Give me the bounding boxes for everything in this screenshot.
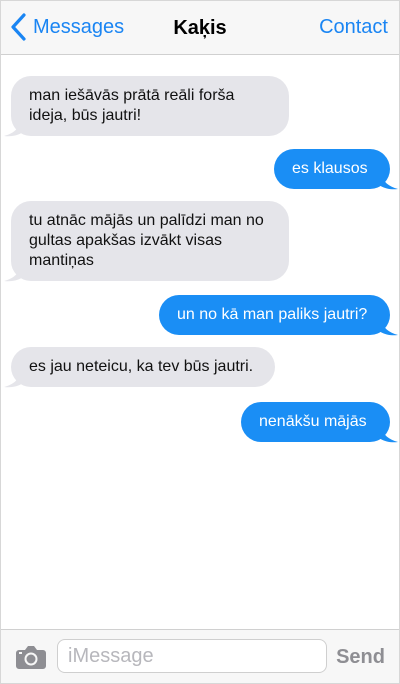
chevron-left-icon: [11, 13, 26, 41]
send-button[interactable]: Send: [336, 641, 385, 673]
camera-icon[interactable]: [15, 644, 47, 670]
outgoing-message: un no kā man paliks jautri?: [159, 295, 390, 335]
back-label: Messages: [33, 16, 125, 38]
contact-button[interactable]: Contact: [319, 12, 388, 42]
incoming-message: tu atnāc mājās un palīdzi man no gultas …: [11, 201, 289, 281]
input-bar: iMessage Send: [1, 629, 399, 683]
incoming-message: man iešāvās prātā reāli forša ideja, būs…: [11, 76, 289, 136]
navigation-bar: Messages Kaķis Contact: [1, 1, 399, 55]
message-list: man iešāvās prātā reāli forša ideja, būs…: [1, 55, 399, 629]
outgoing-message: es klausos: [274, 149, 390, 189]
message-input[interactable]: iMessage: [57, 639, 327, 673]
back-button[interactable]: Messages: [9, 12, 124, 42]
messages-screen: Messages Kaķis Contact man iešāvās prātā…: [0, 0, 400, 684]
outgoing-message: nenākšu mājās: [241, 402, 390, 442]
incoming-message: es jau neteicu, ka tev būs jautri.: [11, 347, 275, 387]
